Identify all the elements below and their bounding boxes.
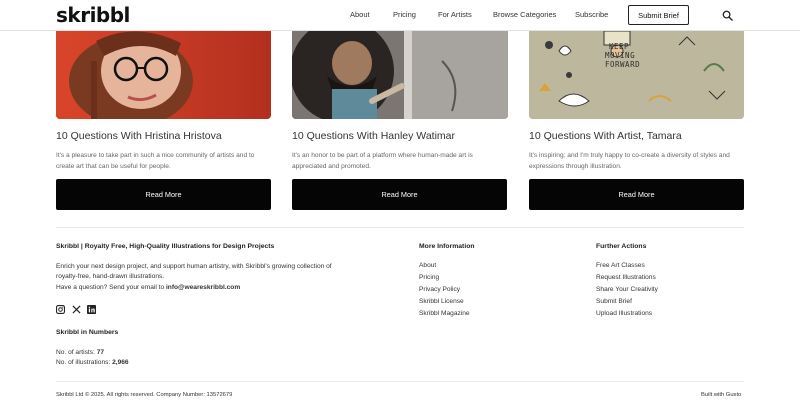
built-with-gusto[interactable]: Built with Gusto — [701, 392, 741, 398]
footer-link-magazine[interactable]: Skribbl Magazine — [419, 310, 470, 317]
further-actions-heading: Further Actions — [596, 243, 647, 250]
more-info-heading: More Information — [419, 243, 475, 250]
illustrations-count: No. of illustrations: 2,966 — [56, 357, 129, 368]
image-lettering: KEEP MOVING FORWARD — [605, 42, 640, 69]
image-lettering-line3: FORWARD — [605, 60, 641, 69]
footer-link-about[interactable]: About — [419, 262, 436, 269]
nav-about[interactable]: About — [350, 10, 370, 19]
footer-link-free-art-classes[interactable]: Free Art Classes — [596, 262, 645, 269]
footer-link-upload-illustrations[interactable]: Upload Illustrations — [596, 310, 652, 317]
card-desc-hanley: It's an honor to be part of a platform w… — [292, 152, 473, 170]
search-icon[interactable] — [722, 10, 733, 21]
footer-link-share-creativity[interactable]: Share Your Creativity — [596, 286, 658, 293]
numbers-heading: Skribbl in Numbers — [56, 329, 119, 336]
footer-link-privacy-policy[interactable]: Privacy Policy — [419, 286, 460, 293]
footer-link-license[interactable]: Skribbl License — [419, 298, 464, 305]
image-lettering-line1: KEEP — [609, 42, 630, 51]
footer-link-pricing[interactable]: Pricing — [419, 274, 439, 281]
submit-brief-button[interactable]: Submit Brief — [628, 5, 689, 25]
x-twitter-icon[interactable] — [72, 305, 81, 314]
card-image-hanley[interactable] — [292, 31, 508, 119]
read-more-button-tamara[interactable]: Read More — [529, 179, 744, 210]
footer-divider — [56, 227, 744, 228]
portrait-image-hristina — [56, 31, 271, 119]
nav-browse-categories[interactable]: Browse Categories — [493, 10, 556, 19]
card-image-tamara[interactable]: KEEP MOVING FORWARD — [529, 31, 744, 119]
card-desc-tamara: It's inspiring; and I'm truly happy to c… — [529, 152, 730, 170]
artists-label: No. of artists: — [56, 349, 97, 356]
linkedin-icon[interactable] — [87, 305, 96, 314]
footer-contact-prefix: Have a question? Send your email to — [56, 284, 166, 291]
nav-for-artists[interactable]: For Artists — [438, 10, 472, 19]
card-title-hristina[interactable]: 10 Questions With Hristina Hristova — [56, 130, 222, 142]
nav-pricing[interactable]: Pricing — [393, 10, 416, 19]
footer-about-line2: royalty-free, hand-drawn illustrations. — [56, 273, 165, 280]
instagram-icon[interactable] — [56, 305, 65, 314]
portrait-image-hanley — [292, 31, 508, 119]
artists-value: 77 — [96, 349, 105, 356]
read-more-button-hristina[interactable]: Read More — [56, 179, 271, 210]
card-title-tamara[interactable]: 10 Questions With Artist, Tamara — [529, 130, 682, 142]
footer-link-submit-brief[interactable]: Submit Brief — [596, 298, 632, 305]
footer-contact: Have a question? Send your email to info… — [56, 282, 240, 293]
footer-link-request-illustrations[interactable]: Request Illustrations — [596, 274, 656, 281]
footer-about-heading: Skribbl | Royalty Free, High-Quality Ill… — [56, 243, 275, 250]
footer-contact-email[interactable]: info@weareskribbl.com — [166, 284, 240, 291]
card-title-hanley[interactable]: 10 Questions With Hanley Watimar — [292, 130, 455, 142]
card-image-hristina[interactable] — [56, 31, 271, 119]
nav-subscribe[interactable]: Subscribe — [575, 10, 608, 19]
card-desc-hristina: It's a pleasure to take part in such a n… — [56, 152, 255, 170]
bottom-divider — [56, 381, 744, 382]
image-lettering-line2: MOVING — [605, 51, 636, 60]
logo[interactable]: skribbl — [56, 3, 130, 27]
copyright: Skribbl Ltd © 2025. All rights reserved.… — [56, 392, 233, 398]
site-header: skribbl About Pricing For Artists Browse… — [0, 0, 800, 31]
illustrations-label: No. of illustrations: — [56, 359, 113, 366]
read-more-button-hanley[interactable]: Read More — [292, 179, 507, 210]
illustrations-value: 2,966 — [112, 359, 129, 366]
